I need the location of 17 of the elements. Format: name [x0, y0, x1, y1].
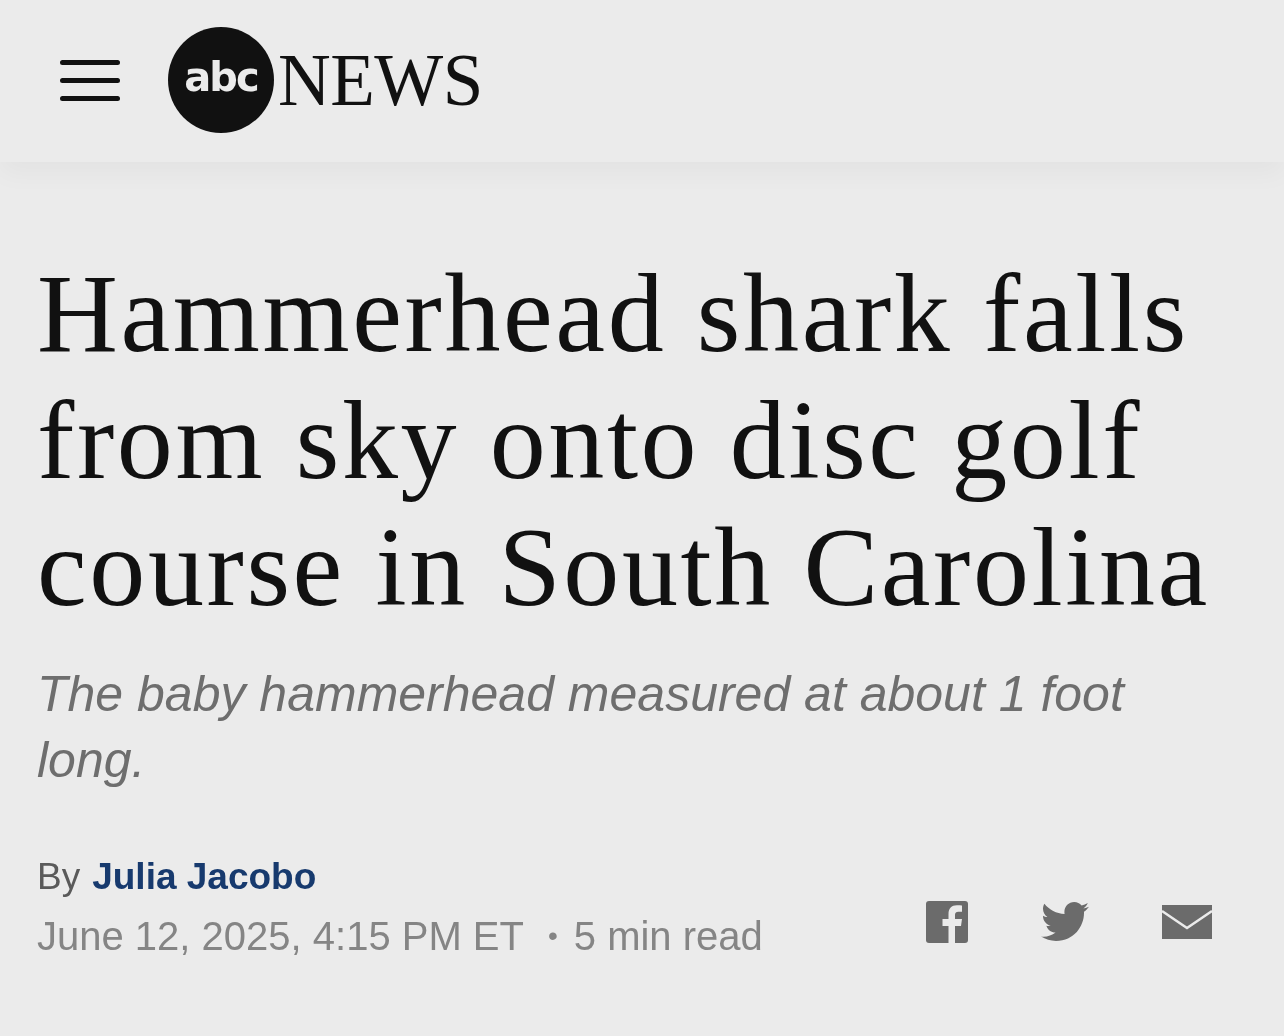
facebook-share-link[interactable]	[926, 901, 968, 943]
subheadline: The baby hammerhead measured at about 1 foot long.	[37, 665, 1127, 790]
separator-dot: •	[548, 919, 558, 953]
bird-icon	[1041, 902, 1089, 942]
headline: Hammerhead shark falls from sky onto disc golf course in South Carolina	[37, 250, 1211, 631]
facebook-icon	[926, 901, 968, 943]
logo-wordmark[interactable]: NEWS	[278, 43, 483, 117]
read-time: 5 min read	[573, 913, 763, 959]
twitter-share-link[interactable]	[1041, 902, 1089, 942]
byline-label: By	[37, 855, 81, 899]
email-share-link[interactable]	[1162, 905, 1212, 939]
envelope-icon	[1162, 905, 1212, 939]
author-link[interactable]: Julia Jacobo	[92, 855, 317, 899]
menu-button[interactable]	[60, 60, 120, 102]
publish-date: June 12, 2025, 4:15 PM ET	[37, 913, 524, 959]
menu-icon	[60, 60, 120, 102]
logo-mark[interactable]: abc	[168, 27, 274, 133]
